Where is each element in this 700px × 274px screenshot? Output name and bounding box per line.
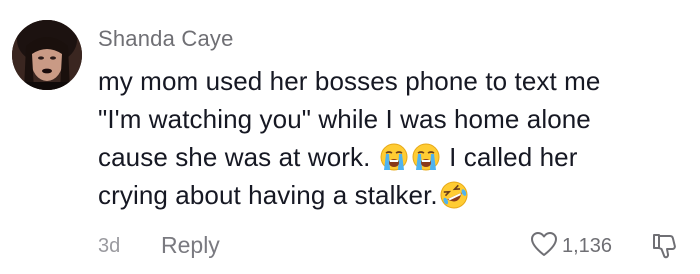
comment-timestamp: 3d (98, 235, 121, 257)
comment-line: "I'm watching you" while I was home alon… (98, 104, 591, 134)
comment-line: cause she was at work. I called her (98, 138, 688, 176)
like-button[interactable]: 1,136 (530, 231, 613, 262)
loudly-crying-face-icon (412, 143, 440, 171)
reply-button[interactable]: Reply (161, 232, 220, 259)
comment-line-text: cause she was at work. (98, 142, 371, 172)
comment-line: my mom used her bosses phone to text me (98, 66, 601, 96)
rolling-on-floor-laughing-icon (440, 181, 468, 209)
comment-line-text: I called her (449, 142, 578, 172)
heart-outline-icon (530, 231, 558, 262)
loudly-crying-face-icon (380, 143, 408, 171)
comment-text: my mom used her bosses phone to text me … (98, 62, 688, 214)
like-count: 1,136 (562, 234, 613, 257)
avatar[interactable] (12, 20, 82, 90)
comment-line-text: crying about having a stalker. (98, 180, 438, 210)
thumbs-down-outline-icon[interactable] (650, 232, 678, 260)
comment-footer: 3d Reply 1,136 (98, 231, 688, 262)
comment-line: crying about having a stalker. (98, 176, 688, 214)
username[interactable]: Shanda Caye (98, 26, 234, 52)
comment-item: Shanda Caye my mom used her bosses phone… (0, 0, 700, 274)
